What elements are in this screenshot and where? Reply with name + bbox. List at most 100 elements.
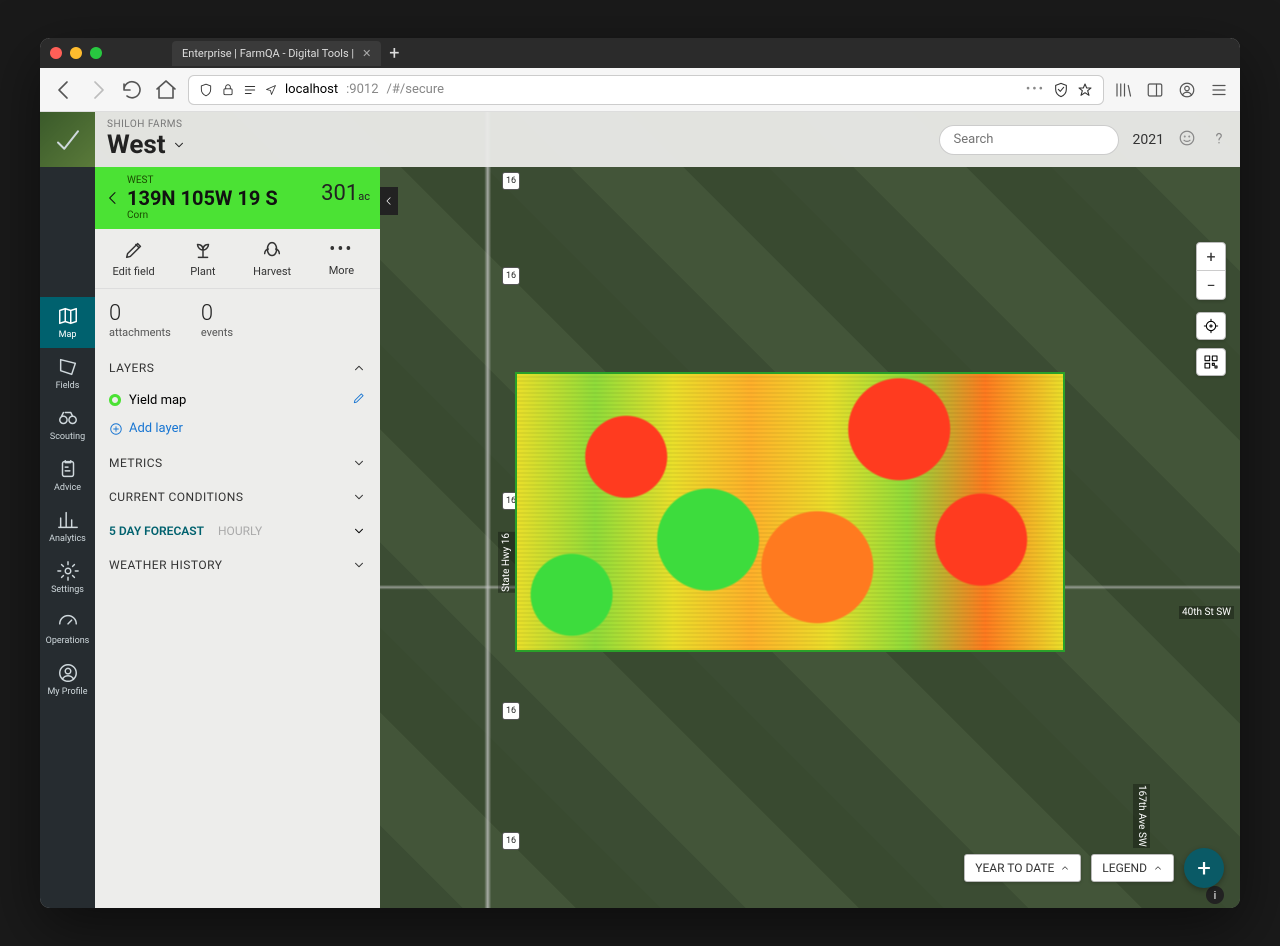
org-breadcrumb[interactable]: SHILOH FARMS [107,119,186,130]
forecast-tab-5day[interactable]: 5 DAY FORECAST [109,524,204,538]
browser-tab[interactable]: Enterprise | FarmQA - Digital Tools | ✕ [172,41,381,66]
year-to-date-button[interactable]: YEAR TO DATE [964,854,1081,882]
back-arrow-icon[interactable] [105,190,121,206]
crosshair-icon [1203,318,1219,334]
maximize-window-button[interactable] [90,47,102,59]
sidebar-item-advice[interactable]: Advice [40,450,95,501]
zoom-control: + − [1196,242,1226,300]
reload-button[interactable] [120,78,144,102]
sidebar-item-map[interactable]: Map [40,297,95,348]
reader-shield-icon[interactable] [1053,82,1069,98]
forecast-tab-hourly[interactable]: HOURLY [218,524,262,538]
url-host: localhost [285,82,338,97]
legend-button[interactable]: LEGEND [1091,854,1174,882]
sidebar-label: Map [59,330,77,340]
minimize-window-button[interactable] [70,47,82,59]
url-bar: localhost:9012/#/secure ••• [40,68,1240,112]
metrics-section-header[interactable]: METRICS [95,446,380,480]
forecast-section-header[interactable]: 5 DAY FORECAST HOURLY [95,514,380,548]
layers-section-header[interactable]: LAYERS [95,351,380,385]
sidebar-label: Fields [56,381,80,391]
shield-icon [199,83,213,97]
feedback-icon[interactable] [1178,129,1196,151]
gauge-icon [57,611,79,633]
sidebar-item-settings[interactable]: Settings [40,552,95,603]
more-button[interactable]: ••• More [311,239,371,278]
back-button[interactable] [52,78,76,102]
field-crop: Corn [127,210,370,221]
plant-button[interactable]: Plant [173,239,233,278]
yield-map-overlay [515,372,1065,652]
hwy-badge: 16 [502,267,520,285]
account-icon[interactable] [1178,81,1196,99]
sidebar-item-analytics[interactable]: Analytics [40,501,95,552]
chevron-down-icon [172,138,186,152]
harvest-button[interactable]: Harvest [242,239,302,278]
library-icon[interactable] [1114,81,1132,99]
permissions-icon [243,83,257,97]
hwy-badge: 16 [502,832,520,850]
forward-button[interactable] [86,78,110,102]
map-icon [57,305,79,327]
add-layer-button[interactable]: Add layer [95,415,380,446]
events-count[interactable]: 0 events [201,301,233,339]
edit-field-button[interactable]: Edit field [104,239,164,278]
map-info-button[interactable]: i [1206,886,1224,904]
analytics-icon [57,509,79,531]
qr-icon [1203,354,1219,370]
sidebar-label: Settings [51,585,84,595]
binoculars-icon [57,407,79,429]
zoom-out-button[interactable]: − [1197,271,1225,299]
top-bar: SHILOH FARMS West 2021 [95,112,1240,167]
sidebar-label: Advice [54,483,81,493]
road-label: 40th St SW [1179,606,1234,619]
conditions-section-header[interactable]: CURRENT CONDITIONS [95,480,380,514]
sidebar-item-scouting[interactable]: Scouting [40,399,95,450]
enterprise-name: West [107,130,166,160]
search-input[interactable] [939,125,1119,155]
url-path: /#/secure [387,82,444,97]
fields-icon [57,356,79,378]
close-tab-icon[interactable]: ✕ [362,47,371,60]
field-panel: WEST 139N 105W 19 S Corn 301ac Edit fiel… [95,167,380,908]
hwy-badge: 16 [502,172,520,190]
road-label: 167th Ave SW [1133,784,1150,848]
chevron-up-icon [1153,863,1163,873]
lock-icon [221,83,235,97]
year-selector[interactable]: 2021 [1133,132,1164,148]
zoom-in-button[interactable]: + [1197,243,1225,271]
chevron-down-icon [352,456,366,470]
plus-circle-icon [109,422,123,436]
map-qr-button[interactable] [1196,348,1226,376]
locate-button[interactable] [1196,312,1226,340]
attachments-count[interactable]: 0 attachments [109,301,171,339]
sidebar-item-profile[interactable]: My Profile [40,654,95,705]
app-logo[interactable] [40,112,95,167]
home-button[interactable] [154,78,178,102]
layer-marker-icon [109,394,121,406]
harvest-icon [261,239,283,261]
chevron-down-icon [352,558,366,572]
close-window-button[interactable] [50,47,62,59]
layer-yield-map[interactable]: Yield map [95,385,380,415]
sidebar-item-fields[interactable]: Fields [40,348,95,399]
url-actions-icon[interactable]: ••• [1026,82,1045,97]
sidebar-toggle-icon[interactable] [1146,81,1164,99]
address-bar[interactable]: localhost:9012/#/secure ••• [188,75,1104,105]
field-name: 139N 105W 19 S [127,186,278,210]
field-header: WEST 139N 105W 19 S Corn 301ac [95,167,380,229]
gear-icon [57,560,79,582]
bookmark-star-icon[interactable] [1077,82,1093,98]
tab-title: Enterprise | FarmQA - Digital Tools | [182,47,354,60]
enterprise-title[interactable]: West [107,130,186,160]
sidebar-item-operations[interactable]: Operations [40,603,95,654]
more-icon: ••• [329,239,353,260]
weather-history-section-header[interactable]: WEATHER HISTORY [95,548,380,582]
chevron-down-icon [352,490,366,504]
collapse-panel-button[interactable] [380,187,398,215]
edit-layer-icon[interactable] [352,391,366,409]
help-icon[interactable] [1210,129,1228,151]
new-tab-button[interactable]: + [389,43,399,64]
add-fab-button[interactable]: + [1184,848,1224,888]
menu-icon[interactable] [1210,81,1228,99]
